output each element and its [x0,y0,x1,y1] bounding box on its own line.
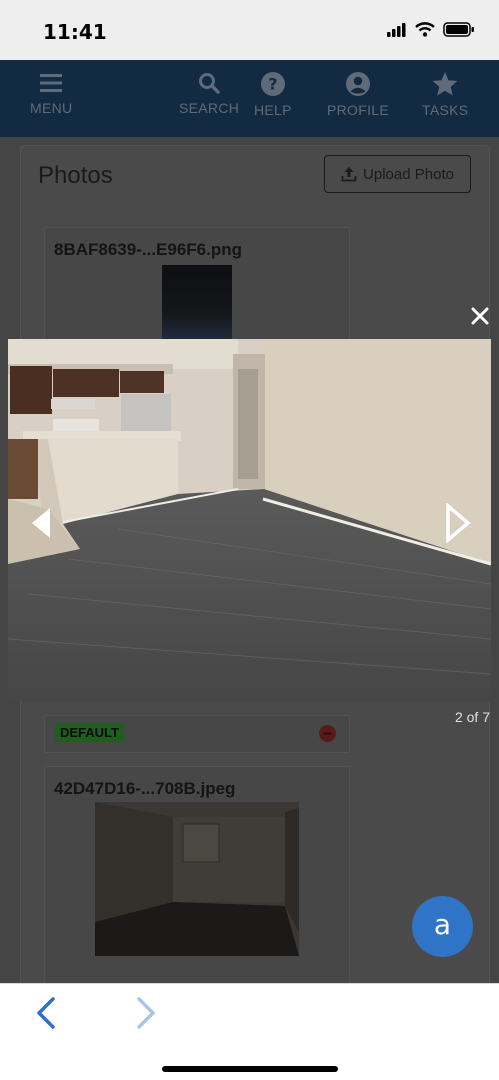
star-icon [432,72,458,96]
nav-menu[interactable]: MENU [30,72,72,116]
question-icon: ? [260,72,285,96]
photo-thumbnail[interactable] [162,265,232,345]
nav-tasks-label: TASKS [422,102,469,118]
wifi-icon [415,22,435,37]
nav-profile-label: PROFILE [327,102,390,118]
room-thumbnail-image [95,802,299,956]
user-icon [346,72,370,96]
nav-help-label: HELP [254,102,292,118]
chat-button[interactable]: a [412,896,473,957]
signal-icon [387,22,406,37]
photo-card: 42D47D16-...708B.jpeg [44,766,350,983]
search-icon [199,73,220,94]
hamburger-icon [40,74,63,92]
home-indicator [162,1066,338,1072]
nav-search[interactable]: SEARCH [179,72,239,116]
battery-icon [443,22,474,37]
previous-arrow-icon[interactable] [30,506,52,540]
nav-profile[interactable]: PROFILE [327,72,389,118]
remove-photo-button[interactable] [319,725,336,742]
browser-toolbar [0,983,499,1080]
nav-tasks[interactable]: TASKS [422,72,468,118]
chat-icon: a [433,907,452,941]
nav-help[interactable]: ? HELP [254,72,292,118]
status-bar: 11:41 [0,0,499,60]
next-arrow-icon[interactable] [444,503,472,543]
nav-menu-label: MENU [30,100,73,116]
upload-photo-label: Upload Photo [363,165,454,183]
upload-icon [341,167,357,182]
upload-photo-button[interactable]: Upload Photo [324,155,471,193]
photo-filename: 42D47D16-...708B.jpeg [54,779,236,798]
back-arrow-icon[interactable] [34,996,58,1030]
room-photo [8,339,491,701]
status-icons [387,22,475,37]
app-navbar: MENU SEARCH ? HELP PROFILE TASKS [0,60,499,137]
photo-counter: 2 of 7 [454,709,490,725]
photo-filename: 8BAF8639-...E96F6.png [54,240,243,259]
photo-thumbnail[interactable] [95,802,299,956]
svg-text:?: ? [268,75,278,94]
minus-icon [323,732,332,735]
default-badge: DEFAULT [55,723,124,742]
status-time: 11:41 [43,20,107,44]
photo-card: DEFAULT [44,715,350,753]
page-title: Photos [38,162,113,189]
close-icon[interactable] [470,306,490,326]
lightbox-photo [8,339,491,701]
forward-arrow-icon[interactable] [134,996,158,1030]
nav-search-label: SEARCH [179,100,240,116]
